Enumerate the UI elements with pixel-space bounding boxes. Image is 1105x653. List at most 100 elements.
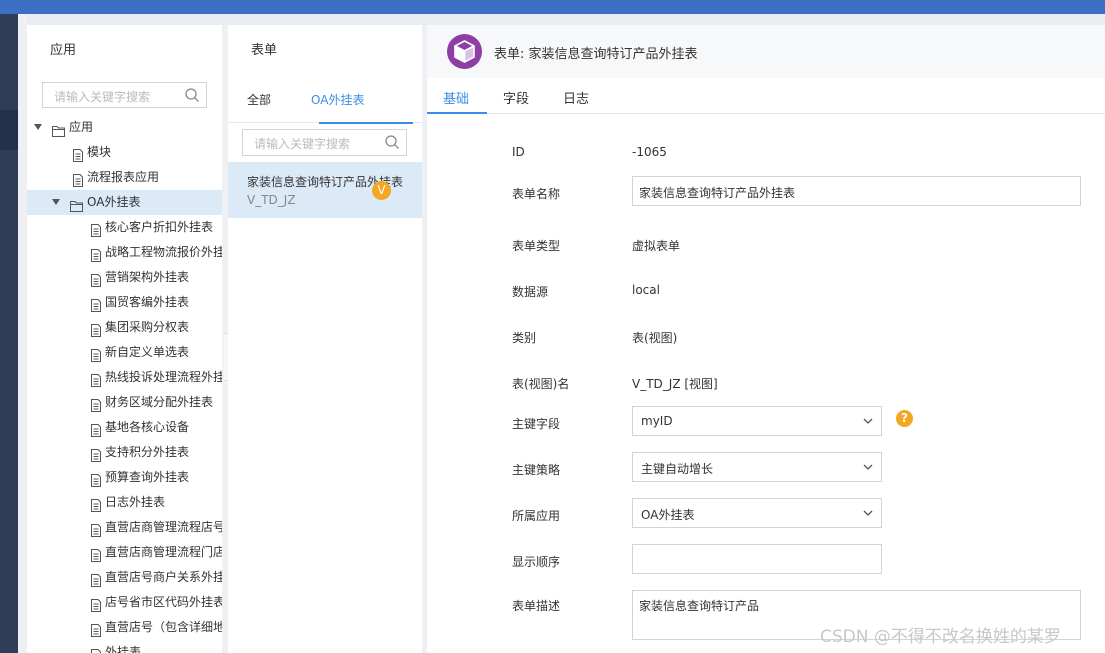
- active-tab-underline: [319, 122, 413, 124]
- tree-item[interactable]: 直营店号商户关系外挂: [27, 565, 222, 590]
- search-icon[interactable]: [184, 87, 200, 103]
- document-icon: [90, 321, 102, 337]
- tree-label: 集团采购分权表: [105, 320, 190, 334]
- document-icon: [90, 271, 102, 287]
- tree-folder[interactable]: 应用: [27, 115, 222, 140]
- tree-label: OA外挂表: [87, 195, 141, 209]
- chevron-down-icon: [863, 510, 873, 516]
- document-icon: [90, 371, 102, 387]
- help-icon[interactable]: ?: [896, 410, 913, 427]
- tree-label: 直营店商管理流程店号: [105, 520, 222, 534]
- tab-all[interactable]: 全部: [247, 91, 271, 108]
- field-label: 所属应用: [512, 509, 561, 523]
- view-badge: V: [372, 181, 391, 200]
- app-tree: 应用模块流程报表应用 OA外挂表核心客户折扣外挂表战略工程物流报价外挂表营销架构外…: [27, 115, 222, 653]
- field-value: V_TD_JZ [视图]: [632, 377, 718, 391]
- tree-label: 直营店商管理流程门店: [105, 545, 222, 559]
- document-icon: [90, 296, 102, 312]
- tree-label: 直营店号（包含详细地: [105, 620, 222, 634]
- form-name-input[interactable]: 家装信息查询特订产品外挂表: [632, 176, 1081, 206]
- form-search-input[interactable]: 请输入关键字搜索: [242, 129, 407, 156]
- field-row-pk-strategy: 主键策略 主键自动增长: [427, 452, 1105, 482]
- detail-header: 表单: 家装信息查询特订产品外挂表: [427, 25, 1105, 78]
- tree-item[interactable]: 直营店商管理流程店号: [27, 515, 222, 540]
- tree-folder[interactable]: OA外挂表: [27, 190, 222, 215]
- select-value: OA外挂表: [641, 508, 695, 522]
- app-search-input[interactable]: 请输入关键字搜索: [42, 82, 207, 108]
- tree-item[interactable]: 基地各核心设备: [27, 415, 222, 440]
- document-icon: [90, 496, 102, 512]
- tree-item[interactable]: 战略工程物流报价外挂表: [27, 240, 222, 265]
- search-icon[interactable]: [384, 134, 400, 150]
- select-value: 主键自动增长: [641, 462, 714, 476]
- tree-item[interactable]: 模块: [27, 140, 222, 165]
- document-icon: [90, 346, 102, 362]
- app-panel: 应用 请输入关键字搜索 应用 模块流程报表应用 OA外挂表核心客户折扣外挂表 战略工程…: [27, 25, 222, 653]
- tab-basic[interactable]: 基础: [443, 88, 469, 107]
- tree-item[interactable]: 直营店号（包含详细地: [27, 615, 222, 640]
- top-bar: [0, 0, 1105, 14]
- tree-item[interactable]: 财务区域分配外挂表: [27, 390, 222, 415]
- document-icon: [90, 471, 102, 487]
- field-row-category: 类别 表(视图): [427, 321, 1105, 351]
- field-row-type: 表单类型 虚拟表单: [427, 229, 1105, 259]
- field-row-name: 表单名称 家装信息查询特订产品外挂表: [427, 176, 1105, 206]
- tree-item[interactable]: 预算查询外挂表: [27, 465, 222, 490]
- tree-label: 财务区域分配外挂表: [105, 395, 214, 409]
- tab-fields[interactable]: 字段: [503, 88, 529, 107]
- form-list-item[interactable]: 家装信息查询特订产品外挂表 V_TD_JZ V: [228, 162, 422, 218]
- tree-item[interactable]: 支持积分外挂表: [27, 440, 222, 465]
- field-value: 表(视图): [632, 331, 678, 345]
- tree-item[interactable]: 核心客户折扣外挂表: [27, 215, 222, 240]
- document-icon: [90, 596, 102, 612]
- form-panel-header: 表单: [251, 43, 278, 58]
- tree-label: 预算查询外挂表: [105, 470, 190, 484]
- detail-title: 表单: 家装信息查询特订产品外挂表: [494, 47, 698, 62]
- tree-item[interactable]: 直营店商管理流程门店: [27, 540, 222, 565]
- field-value: 虚拟表单: [632, 239, 681, 253]
- expand-caret-icon[interactable]: [52, 199, 60, 205]
- field-label: 类别: [512, 331, 537, 345]
- field-row-primary-key: 主键字段 myID ?: [427, 406, 1105, 436]
- tab-oa-plugin[interactable]: OA外挂表: [311, 91, 364, 108]
- field-label: ID: [512, 145, 525, 159]
- app-search-placeholder: 请输入关键字搜索: [54, 90, 151, 104]
- folder-icon: [52, 121, 65, 137]
- tree-label: 新自定义单选表: [105, 345, 190, 359]
- primary-key-select[interactable]: myID: [632, 406, 882, 436]
- field-label: 表(视图)名: [512, 377, 570, 391]
- tree-item[interactable]: 热线投诉处理流程外挂表: [27, 365, 222, 390]
- left-nav-highlight[interactable]: [0, 110, 18, 150]
- tree-label: 战略工程物流报价外挂表: [105, 245, 222, 259]
- tree-item[interactable]: 营销架构外挂表: [27, 265, 222, 290]
- watermark: CSDN @不得不改名换姓的某罗: [820, 627, 1061, 647]
- select-value: myID: [641, 414, 673, 428]
- tree-label: 日志外挂表: [105, 495, 166, 509]
- field-row-datasource: 数据源 local: [427, 275, 1105, 305]
- field-row-id: ID -1065: [427, 137, 1105, 167]
- expand-caret-icon[interactable]: [34, 124, 42, 130]
- document-icon: [90, 446, 102, 462]
- tree-item[interactable]: 流程报表应用: [27, 165, 222, 190]
- owner-app-select[interactable]: OA外挂表: [632, 498, 882, 528]
- chevron-down-icon: [863, 418, 873, 424]
- tree-item[interactable]: 新自定义单选表: [27, 340, 222, 365]
- tree-label: 国贸客编外挂表: [105, 295, 190, 309]
- tree-label: 流程报表应用: [87, 170, 160, 184]
- detail-tabs: 基础 字段 日志: [427, 78, 1105, 114]
- tree-item[interactable]: 日志外挂表: [27, 490, 222, 515]
- tree-item[interactable]: 外挂表: [27, 640, 222, 653]
- pk-strategy-select[interactable]: 主键自动增长: [632, 452, 882, 482]
- tree-label: 热线投诉处理流程外挂表: [105, 370, 222, 384]
- tree-label: 核心客户折扣外挂表: [105, 220, 214, 234]
- tree-item[interactable]: 店号省市区代码外挂表: [27, 590, 222, 615]
- field-value: local: [632, 283, 660, 297]
- tree-label: 店号省市区代码外挂表: [105, 595, 222, 609]
- tab-log[interactable]: 日志: [563, 88, 589, 107]
- document-icon: [90, 571, 102, 587]
- field-row-order: 显示顺序: [427, 544, 1105, 574]
- tree-item[interactable]: 集团采购分权表: [27, 315, 222, 340]
- tree-item[interactable]: 国贸客编外挂表: [27, 290, 222, 315]
- display-order-input[interactable]: [632, 544, 882, 574]
- field-label: 表单描述: [512, 599, 561, 613]
